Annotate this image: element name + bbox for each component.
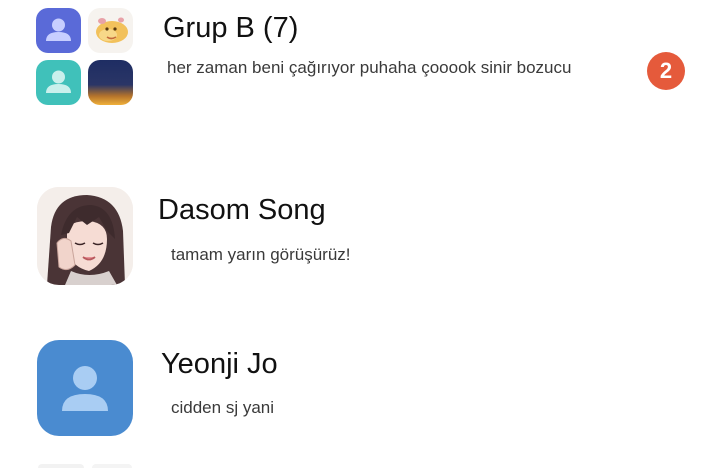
chat-name: Grup B (7) [163, 12, 299, 44]
user-avatar-icon [37, 340, 133, 436]
chat-list: Grup B (7) her zaman beni çağırıyor puha… [0, 0, 720, 468]
cartoon-avatar [88, 8, 133, 53]
chat-preview: tamam yarın görüşürüz! [171, 245, 351, 264]
chat-item-partial[interactable] [0, 460, 720, 468]
profile-photo-avatar [37, 187, 133, 285]
chat-item-yeonji-jo[interactable]: Yeonji Jo cidden sj yani [0, 330, 720, 450]
chat-preview: cidden sj yani [171, 398, 275, 417]
chat-name: Yeonji Jo [161, 348, 278, 380]
user-avatar-icon [36, 8, 81, 53]
chat-item-dasom-song[interactable]: Dasom Song tamam yarın görüşürüz! [0, 180, 720, 300]
avatar-partial [92, 464, 132, 468]
chat-item-group-b[interactable]: Grup B (7) her zaman beni çağırıyor puha… [0, 0, 720, 120]
group-avatar [36, 8, 136, 105]
chat-preview: her zaman beni çağırıyor puhaha çooook s… [167, 58, 572, 77]
user-avatar-icon [36, 60, 81, 105]
unread-badge: 2 [647, 52, 685, 90]
chat-name: Dasom Song [158, 194, 326, 226]
photo-avatar [88, 60, 133, 105]
avatar-partial [38, 464, 84, 468]
